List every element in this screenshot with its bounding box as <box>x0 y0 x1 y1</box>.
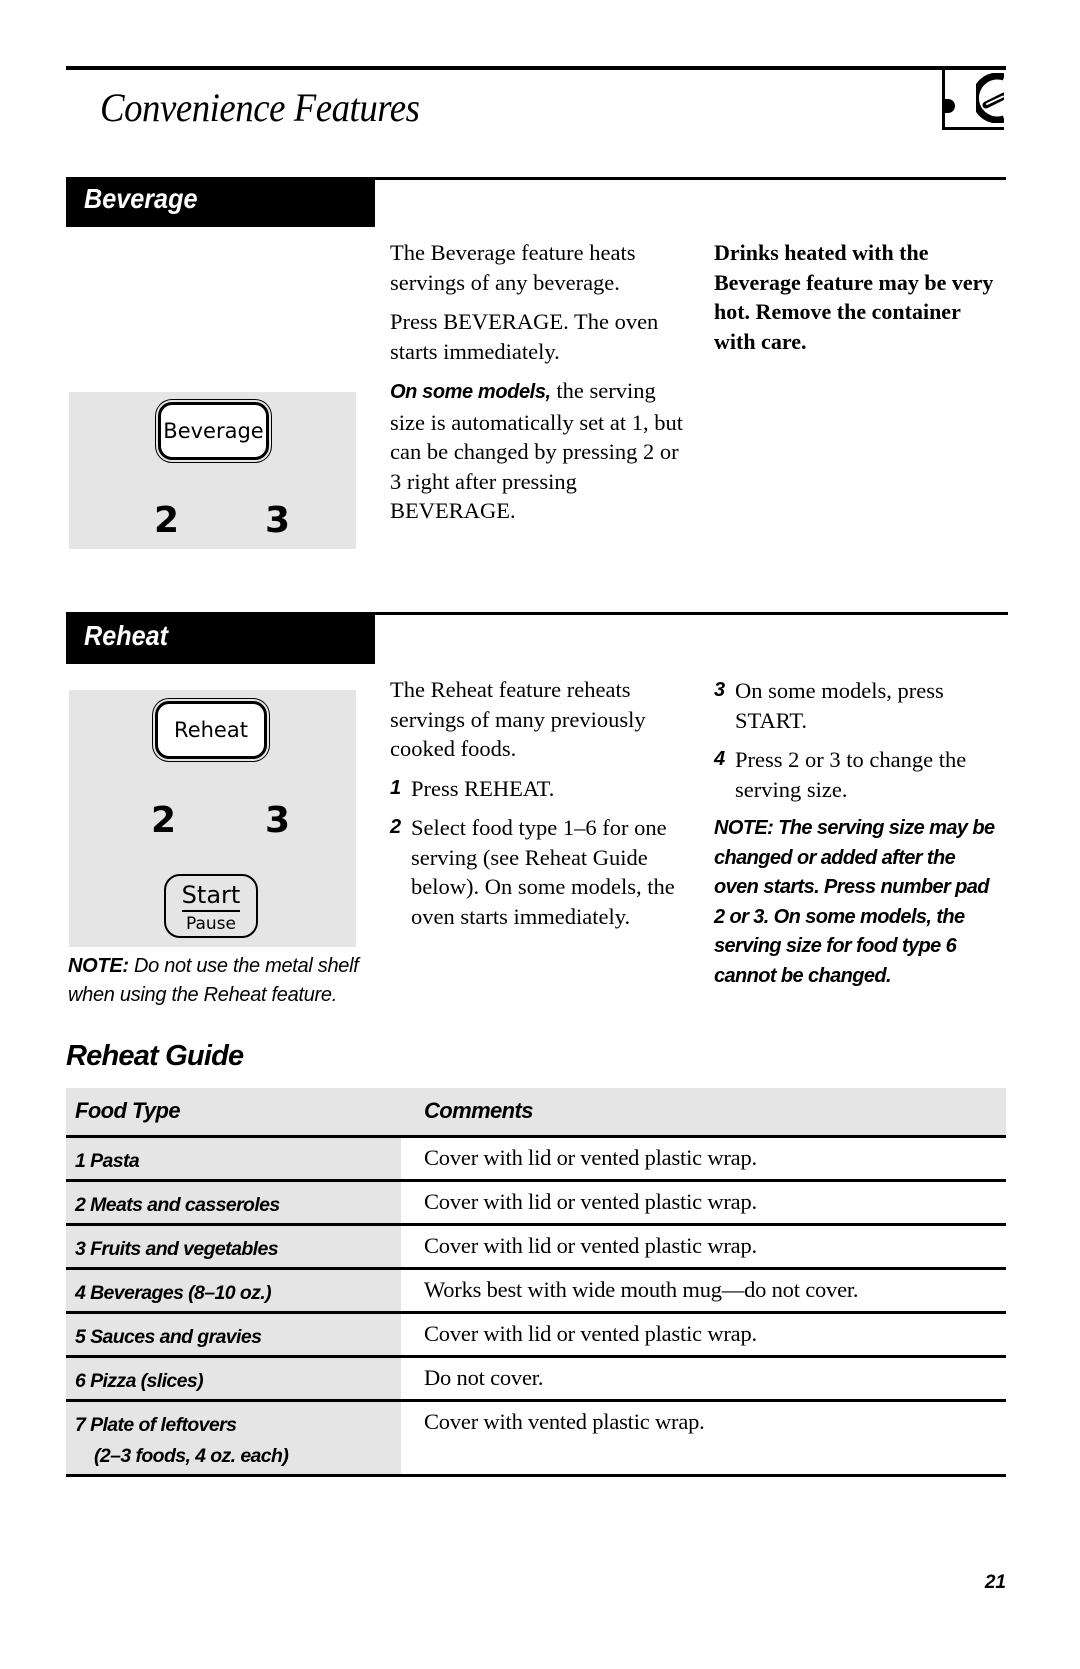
comment-cell: Cover with lid or vented plastic wrap. <box>424 1233 757 1258</box>
table-row: 1 Pasta Cover with lid or vented plastic … <box>66 1138 1006 1182</box>
food-type: 1 Pasta <box>75 1146 140 1177</box>
beverage-heading: Beverage <box>84 183 198 214</box>
table-row: 7 Plate of leftovers (2–3 foods, 4 oz. ea… <box>66 1402 1006 1477</box>
step-number: 1 <box>390 776 402 799</box>
step-number: 3 <box>714 679 726 701</box>
number-pad-2[interactable]: 2 <box>151 800 176 841</box>
metal-shelf-note: NOTE: Do not use the metal shelf when us… <box>68 952 368 1010</box>
food-type-label: 1 Pasta <box>75 1150 140 1172</box>
reheat-step: 3 On some models, press START. <box>714 676 1014 735</box>
beverage-section-header: Beverage <box>66 177 375 227</box>
page-title: Convenience Features <box>100 85 420 130</box>
step-text: On some models, press START. <box>735 678 944 733</box>
header-logo <box>942 66 1004 130</box>
food-type: 5 Sauces and gravies <box>75 1322 262 1353</box>
reheat-instructions-continued: 3 On some models, press START. 4 Press 2… <box>714 676 1014 991</box>
start-pause-divider <box>182 910 240 912</box>
models-lead: On some models, <box>390 381 551 403</box>
comment-cell: Cover with vented plastic wrap. <box>424 1409 705 1434</box>
reheat-step: 1 Press REHEAT. <box>390 774 690 804</box>
beverage-paragraph: The Beverage feature heats servings of a… <box>390 240 636 295</box>
reheat-step: 2 Select food type 1–6 for one serving (… <box>390 813 690 931</box>
comment-cell: Works best with wide mouth mug—do not co… <box>424 1277 859 1302</box>
start-pause-key[interactable]: Start Pause <box>164 874 258 938</box>
reheat-key-label: Reheat <box>174 718 248 742</box>
beverage-key[interactable]: Beverage <box>158 402 269 460</box>
comment-cell: Cover with lid or vented plastic wrap. <box>424 1189 757 1214</box>
food-type: 7 Plate of leftovers (2–3 foods, 4 oz. ea… <box>75 1410 289 1472</box>
food-type-label: 6 Pizza (slices) <box>75 1370 204 1392</box>
table-row: 4 Beverages (8–10 oz.) Works best with wi… <box>66 1270 1006 1314</box>
start-label: Start <box>181 881 241 909</box>
food-type-label: 2 Meats and casseroles <box>75 1194 280 1216</box>
table-row: 5 Sauces and gravies Cover with lid or ve… <box>66 1314 1006 1358</box>
food-type: 3 Fruits and vegetables <box>75 1234 279 1265</box>
beverage-keypad-panel: Beverage 2 3 <box>69 392 356 549</box>
beverage-key-label: Beverage <box>163 419 264 443</box>
comment-cell: Cover with lid or vented plastic wrap. <box>424 1145 757 1170</box>
step-number: 2 <box>390 816 402 838</box>
microwave-dial-icon <box>976 73 1004 123</box>
page-number: 21 <box>984 1572 1006 1593</box>
reheat-heading: Reheat <box>84 620 169 651</box>
reheat-guide-table: Food Type Comments 1 Pasta Cover with lid… <box>66 1088 1006 1477</box>
beverage-models-paragraph: On some models, the serving size is auto… <box>390 376 690 526</box>
food-type-label: 7 Plate of leftovers <box>75 1414 237 1436</box>
reheat-step: 4 Press 2 or 3 to change the serving siz… <box>714 745 1014 804</box>
food-type-label: 5 Sauces and gravies <box>75 1326 262 1348</box>
column-header-food-type: Food Type <box>75 1098 181 1123</box>
table-row: 3 Fruits and vegetables Cover with lid or… <box>66 1226 1006 1270</box>
table-row: 2 Meats and casseroles Cover with lid or … <box>66 1182 1006 1226</box>
comment-cell: Do not cover. <box>424 1365 544 1390</box>
reheat-keypad-panel: Reheat 2 3 Start Pause <box>69 690 356 947</box>
food-type-label: 4 Beverages (8–10 oz.) <box>75 1282 272 1304</box>
step-text: Select food type 1–6 for one serving (se… <box>411 815 675 929</box>
number-pad-2[interactable]: 2 <box>154 500 179 541</box>
header-rule <box>66 66 1006 70</box>
pause-label: Pause <box>186 914 236 934</box>
table-header: Food Type Comments <box>66 1088 1006 1138</box>
food-type-label: 3 Fruits and vegetables <box>75 1238 279 1260</box>
number-pad-3[interactable]: 3 <box>265 500 290 541</box>
beverage-paragraph: Press BEVERAGE. The oven starts immediat… <box>390 309 659 364</box>
serving-size-note: NOTE: The serving size may be changed or… <box>714 817 995 987</box>
note-lead: NOTE: <box>68 955 129 977</box>
step-text: Press 2 or 3 to change the serving size. <box>735 747 967 802</box>
step-number: 4 <box>714 748 726 770</box>
reheat-section-header: Reheat <box>66 614 375 664</box>
food-type: 4 Beverages (8–10 oz.) <box>75 1278 272 1309</box>
reheat-instructions: The Reheat feature reheats servings of m… <box>390 675 690 941</box>
food-type: 6 Pizza (slices) <box>75 1366 204 1397</box>
food-type: 2 Meats and casseroles <box>75 1190 280 1221</box>
number-pad-3[interactable]: 3 <box>265 800 290 841</box>
food-type-detail: (2–3 foods, 4 oz. each) <box>94 1445 289 1467</box>
beverage-description: The Beverage feature heats servings of a… <box>390 238 690 536</box>
beverage-warning: Drinks heated with the Beverage feature … <box>714 240 994 354</box>
table-row: 6 Pizza (slices) Do not cover. <box>66 1358 1006 1402</box>
column-header-comments: Comments <box>424 1098 533 1123</box>
reheat-key[interactable]: Reheat <box>155 701 267 759</box>
logo-dot-icon <box>945 99 955 113</box>
step-text: Press REHEAT. <box>411 775 555 801</box>
reheat-intro: The Reheat feature reheats servings of m… <box>390 677 646 761</box>
reheat-guide-title: Reheat Guide <box>66 1040 244 1072</box>
comment-cell: Cover with lid or vented plastic wrap. <box>424 1321 757 1346</box>
